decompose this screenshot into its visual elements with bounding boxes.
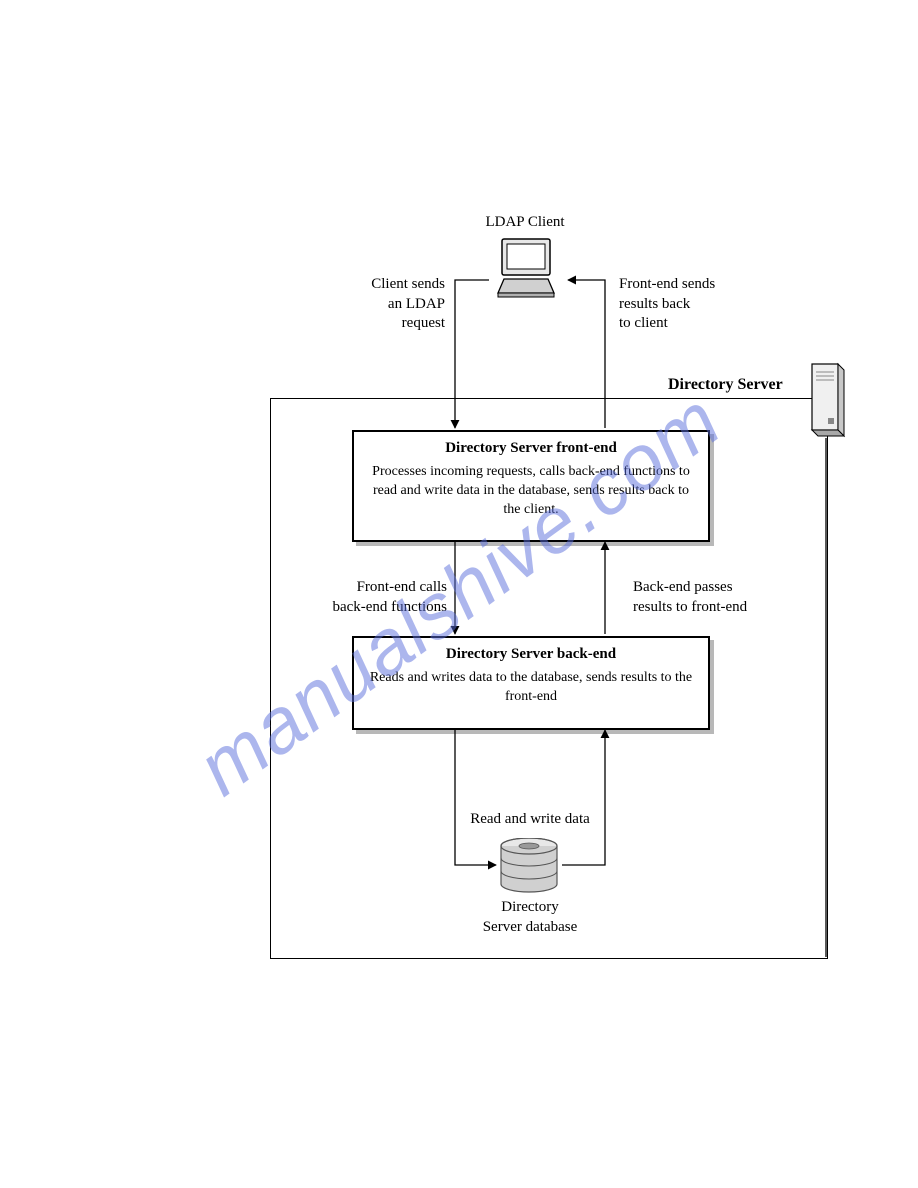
frontend-title: Directory Server front-end [354,440,708,457]
text: an LDAP [388,296,445,312]
diagram-canvas: Directory Server LDAP Client Client send… [0,0,918,1188]
text: Back-end passes [633,579,733,595]
computer-icon [490,237,562,301]
backend-box: Directory Server back-end Reads and writ… [352,636,710,730]
text: Front-end sends [619,276,715,292]
frontend-body: Processes incoming requests, calls back-… [366,463,696,520]
directory-server-title: Directory Server [668,376,783,394]
text: results to front-end [633,599,747,615]
text: Directory [501,899,558,915]
ldap-client-label: LDAP Client [455,213,595,233]
frontend-response-label: Front-end sends results back to client [619,275,779,334]
database-icon [498,838,560,894]
backend-passes-label: Back-end passes results to front-end [633,578,803,617]
server-icon [808,362,846,438]
text: request [402,315,445,331]
database-label: Directory Server database [440,898,620,937]
frontend-box: Directory Server front-end Processes inc… [352,430,710,542]
frontend-calls-label: Front-end calls back-end functions [285,578,447,617]
text: Front-end calls [357,579,447,595]
read-write-label: Read and write data [430,810,630,830]
backend-title: Directory Server back-end [354,646,708,663]
text: Client sends [371,276,445,292]
text: to client [619,315,668,331]
text: Server database [483,919,578,935]
text: back-end functions [332,599,447,615]
backend-body: Reads and writes data to the database, s… [366,669,696,707]
text: results back [619,296,690,312]
client-request-label: Client sends an LDAP request [320,275,445,334]
